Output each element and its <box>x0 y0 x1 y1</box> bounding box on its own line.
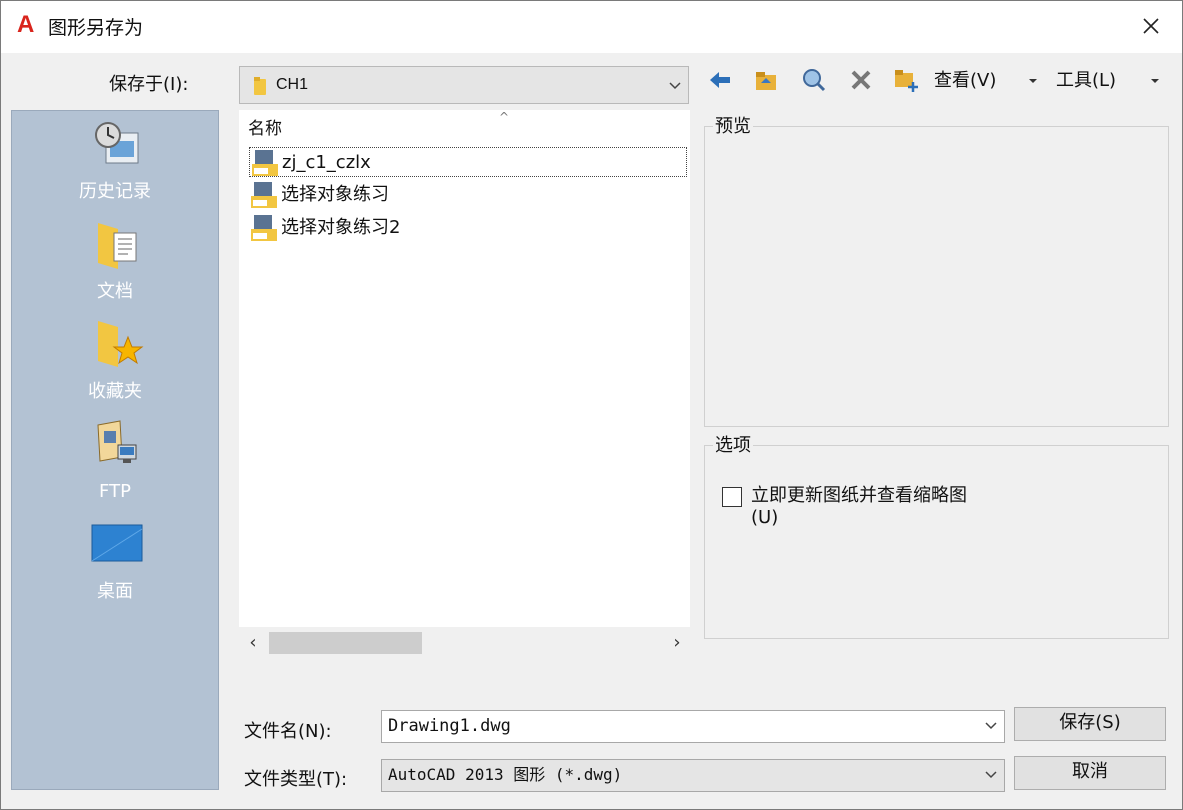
dwg-file-icon <box>252 150 278 176</box>
place-history[interactable]: 历史记录 <box>12 119 218 215</box>
title-bar: A 图形另存为 <box>1 1 1182 53</box>
chevron-down-icon <box>669 82 681 90</box>
sort-ascending-icon: ^ <box>499 110 510 124</box>
scroll-left-icon[interactable]: ‹ <box>243 631 263 655</box>
back-arrow-icon <box>710 72 730 88</box>
search-web-button[interactable] <box>801 67 827 93</box>
save-in-label: 保存于(I): <box>109 74 189 95</box>
back-button[interactable] <box>707 67 733 93</box>
tools-menu[interactable]: 工具(L) <box>1056 69 1116 93</box>
filename-input[interactable]: Drawing1.dwg <box>388 711 511 741</box>
documents-icon <box>98 223 137 269</box>
options-group <box>704 445 1169 639</box>
place-label: 收藏夹 <box>88 381 142 402</box>
place-label: 文档 <box>97 281 133 302</box>
save-drawing-as-dialog: A 图形另存为 保存于(I): CH1 查看(V) 工具(L) 历史记录 文档 … <box>0 0 1183 810</box>
place-label: 历史记录 <box>79 181 151 202</box>
scroll-right-icon[interactable]: › <box>667 631 687 655</box>
places-sidebar: 历史记录 文档 收藏夹 FTP 桌面 <box>11 110 219 790</box>
new-folder-icon <box>895 70 918 92</box>
name-column-header[interactable]: 名称 <box>248 117 282 141</box>
preview-label: 预览 <box>713 115 753 139</box>
file-item-1[interactable]: 选择对象练习 <box>249 180 687 210</box>
place-favorites[interactable]: 收藏夹 <box>12 319 218 415</box>
close-button[interactable] <box>1136 11 1166 41</box>
new-folder-button[interactable] <box>893 67 919 93</box>
close-icon <box>1143 18 1159 34</box>
cancel-button[interactable]: 取消 <box>1014 756 1166 790</box>
place-desktop[interactable]: 桌面 <box>12 519 218 615</box>
filetype-value: AutoCAD 2013 图形 (*.dwg) <box>388 765 623 784</box>
desktop-icon <box>91 524 143 562</box>
autocad-app-icon: A <box>17 11 35 38</box>
chevron-down-icon <box>985 771 997 779</box>
filetype-label: 文件类型(T): <box>244 769 348 790</box>
update-thumbnail-checkbox[interactable] <box>722 487 742 507</box>
delete-button[interactable] <box>848 67 874 93</box>
up-one-level-button[interactable] <box>753 67 779 93</box>
chevron-down-icon[interactable] <box>982 717 1000 735</box>
folder-up-icon <box>756 72 776 90</box>
file-item-2[interactable]: 选择对象练习2 <box>249 213 687 243</box>
place-ftp[interactable]: FTP <box>12 419 218 515</box>
save-in-value: CH1 <box>276 76 309 93</box>
save-button[interactable]: 保存(S) <box>1014 707 1166 741</box>
horizontal-scrollbar[interactable]: ‹ › <box>239 627 690 659</box>
favorites-icon <box>98 321 144 367</box>
folder-icon <box>254 77 266 95</box>
options-label: 选项 <box>713 434 753 458</box>
place-label: FTP <box>99 481 131 502</box>
place-label: 桌面 <box>97 581 133 602</box>
file-name: 选择对象练习2 <box>281 217 401 238</box>
ftp-icon <box>97 420 137 463</box>
file-list[interactable]: 名称 ^ zj_c1_czlx 选择对象练习 选择对象练习2 ‹ › <box>239 110 690 659</box>
save-in-dropdown[interactable]: CH1 <box>239 66 689 104</box>
filename-combobox[interactable]: Drawing1.dwg <box>381 710 1005 743</box>
delete-x-icon <box>851 70 871 90</box>
view-dropdown-arrow[interactable] <box>1029 79 1037 83</box>
search-globe-icon <box>803 69 826 92</box>
scrollbar-thumb[interactable] <box>269 632 422 654</box>
filetype-dropdown[interactable]: AutoCAD 2013 图形 (*.dwg) <box>381 759 1005 792</box>
history-icon <box>95 122 139 164</box>
preview-group <box>704 126 1169 427</box>
filename-label: 文件名(N): <box>244 721 332 742</box>
file-item-0[interactable]: zj_c1_czlx <box>249 147 687 177</box>
file-name: zj_c1_czlx <box>282 152 371 173</box>
dwg-file-icon <box>251 182 277 208</box>
place-documents[interactable]: 文档 <box>12 219 218 315</box>
tools-dropdown-arrow[interactable] <box>1151 79 1159 83</box>
dwg-file-icon <box>251 215 277 241</box>
update-thumbnail-label[interactable]: 立即更新图纸并查看缩略图(U) <box>751 485 991 529</box>
view-menu[interactable]: 查看(V) <box>934 69 996 93</box>
file-name: 选择对象练习 <box>281 184 389 205</box>
dialog-title: 图形另存为 <box>48 17 144 39</box>
